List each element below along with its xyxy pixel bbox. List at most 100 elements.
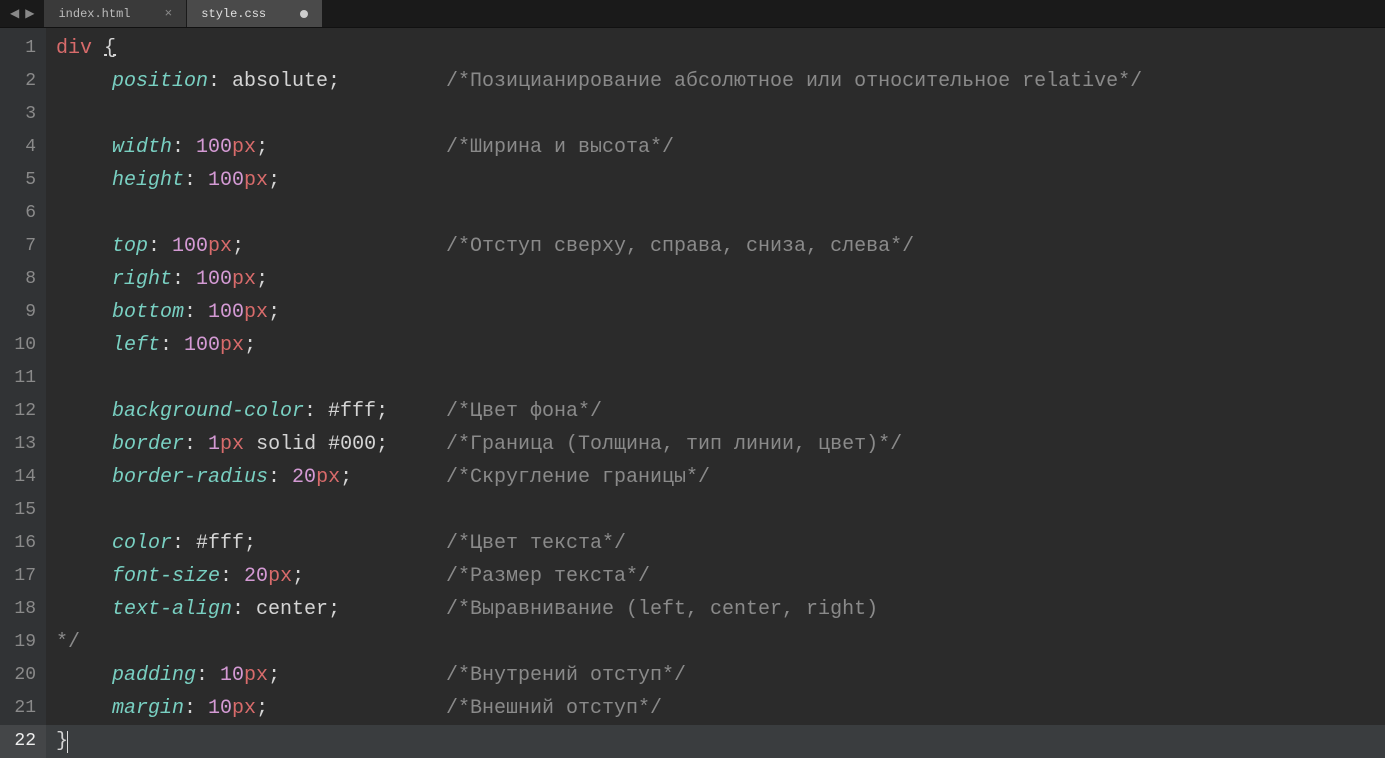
property: width bbox=[112, 131, 172, 164]
gutter: 12345678910111213141516171819202122 bbox=[0, 28, 46, 754]
comment: /*Выравнивание (left, center, right) bbox=[446, 593, 878, 626]
value: #fff bbox=[328, 395, 376, 428]
code-line: border-radius: 20px;/*Скругление границы… bbox=[56, 461, 1385, 494]
unit: px bbox=[244, 296, 268, 329]
property: background-color bbox=[112, 395, 304, 428]
number: 100 bbox=[208, 164, 244, 197]
property: margin bbox=[112, 692, 184, 725]
tab-nav-arrows: ◀ ▶ bbox=[0, 0, 44, 27]
line-number: 13 bbox=[0, 428, 36, 461]
line-number: 18 bbox=[0, 593, 36, 626]
nav-back-icon[interactable]: ◀ bbox=[8, 6, 21, 21]
comment: /*Граница (Толщина, тип линии, цвет)*/ bbox=[446, 428, 902, 461]
unit: px bbox=[244, 659, 268, 692]
tab-index-html[interactable]: index.html × bbox=[44, 0, 187, 27]
number: 100 bbox=[172, 230, 208, 263]
value: center bbox=[256, 593, 328, 626]
code-line bbox=[56, 98, 1385, 131]
unit: px bbox=[244, 164, 268, 197]
comment: /*Отступ сверху, справа, сниза, слева*/ bbox=[446, 230, 914, 263]
line-number: 12 bbox=[0, 395, 36, 428]
unit: px bbox=[208, 230, 232, 263]
property: bottom bbox=[112, 296, 184, 329]
number: 10 bbox=[220, 659, 244, 692]
line-number: 4 bbox=[0, 131, 36, 164]
line-number: 16 bbox=[0, 527, 36, 560]
text-cursor bbox=[67, 731, 68, 753]
tab-label: index.html bbox=[58, 7, 130, 21]
line-number: 5 bbox=[0, 164, 36, 197]
code-line: left: 100px; bbox=[56, 329, 1385, 362]
line-number: 10 bbox=[0, 329, 36, 362]
unit: px bbox=[232, 263, 256, 296]
line-number: 14 bbox=[0, 461, 36, 494]
line-number: 20 bbox=[0, 659, 36, 692]
line-number: 19 bbox=[0, 626, 36, 659]
code-line: bottom: 100px; bbox=[56, 296, 1385, 329]
brace-open: { bbox=[104, 32, 116, 65]
code-line: border: 1px solid #000;/*Граница (Толщин… bbox=[56, 428, 1385, 461]
value: #000 bbox=[328, 428, 376, 461]
property: text-align bbox=[112, 593, 232, 626]
property: color bbox=[112, 527, 172, 560]
tab-label: style.css bbox=[201, 7, 266, 21]
code-line: position: absolute;/*Позицианирование аб… bbox=[56, 65, 1385, 98]
comment: /*Размер текста*/ bbox=[446, 560, 650, 593]
property: height bbox=[112, 164, 184, 197]
tab-style-css[interactable]: style.css bbox=[187, 0, 323, 27]
code-line: width: 100px;/*Ширина и высота*/ bbox=[56, 131, 1385, 164]
unit: px bbox=[232, 131, 256, 164]
code-line: div { bbox=[56, 32, 1385, 65]
close-icon[interactable]: × bbox=[164, 6, 172, 21]
property: border-radius bbox=[112, 461, 268, 494]
line-number: 22 bbox=[0, 725, 46, 758]
nav-forward-icon[interactable]: ▶ bbox=[23, 6, 36, 21]
number: 20 bbox=[292, 461, 316, 494]
code-line: margin: 10px;/*Внешний отступ*/ bbox=[56, 692, 1385, 725]
number: 100 bbox=[184, 329, 220, 362]
code-line: right: 100px; bbox=[56, 263, 1385, 296]
number: 100 bbox=[208, 296, 244, 329]
code-line: height: 100px; bbox=[56, 164, 1385, 197]
line-number: 7 bbox=[0, 230, 36, 263]
keyword: solid bbox=[256, 428, 316, 461]
selector: div bbox=[56, 32, 92, 65]
number: 10 bbox=[208, 692, 232, 725]
unit: px bbox=[232, 692, 256, 725]
line-number: 21 bbox=[0, 692, 36, 725]
unit: px bbox=[316, 461, 340, 494]
code-area[interactable]: div {position: absolute;/*Позицианирован… bbox=[46, 28, 1385, 754]
property: position bbox=[112, 65, 208, 98]
number: 1 bbox=[208, 428, 220, 461]
property: left bbox=[112, 329, 160, 362]
code-line: background-color: #fff;/*Цвет фона*/ bbox=[56, 395, 1385, 428]
editor: 12345678910111213141516171819202122 div … bbox=[0, 28, 1385, 754]
comment: /*Ширина и высота*/ bbox=[446, 131, 674, 164]
line-number: 15 bbox=[0, 494, 36, 527]
code-line: */ bbox=[56, 626, 1385, 659]
tab-bar: ◀ ▶ index.html × style.css bbox=[0, 0, 1385, 28]
property: border bbox=[112, 428, 184, 461]
code-line: padding: 10px;/*Внутрений отступ*/ bbox=[56, 659, 1385, 692]
dirty-indicator-icon bbox=[300, 10, 308, 18]
code-line: } bbox=[56, 725, 1385, 758]
comment: /*Скругление границы*/ bbox=[446, 461, 710, 494]
code-line bbox=[56, 362, 1385, 395]
property: right bbox=[112, 263, 172, 296]
comment: /*Цвет текста*/ bbox=[446, 527, 626, 560]
comment: /*Внешний отступ*/ bbox=[446, 692, 662, 725]
comment: /*Цвет фона*/ bbox=[446, 395, 602, 428]
number: 20 bbox=[244, 560, 268, 593]
code-line: color: #fff;/*Цвет текста*/ bbox=[56, 527, 1385, 560]
unit: px bbox=[220, 329, 244, 362]
number: 100 bbox=[196, 263, 232, 296]
unit: px bbox=[220, 428, 244, 461]
property: font-size bbox=[112, 560, 220, 593]
line-number: 2 bbox=[0, 65, 36, 98]
property: top bbox=[112, 230, 148, 263]
comment: */ bbox=[56, 626, 80, 659]
line-number: 8 bbox=[0, 263, 36, 296]
comment: /*Позицианирование абсолютное или относи… bbox=[446, 65, 1142, 98]
line-number: 6 bbox=[0, 197, 36, 230]
code-line bbox=[56, 494, 1385, 527]
